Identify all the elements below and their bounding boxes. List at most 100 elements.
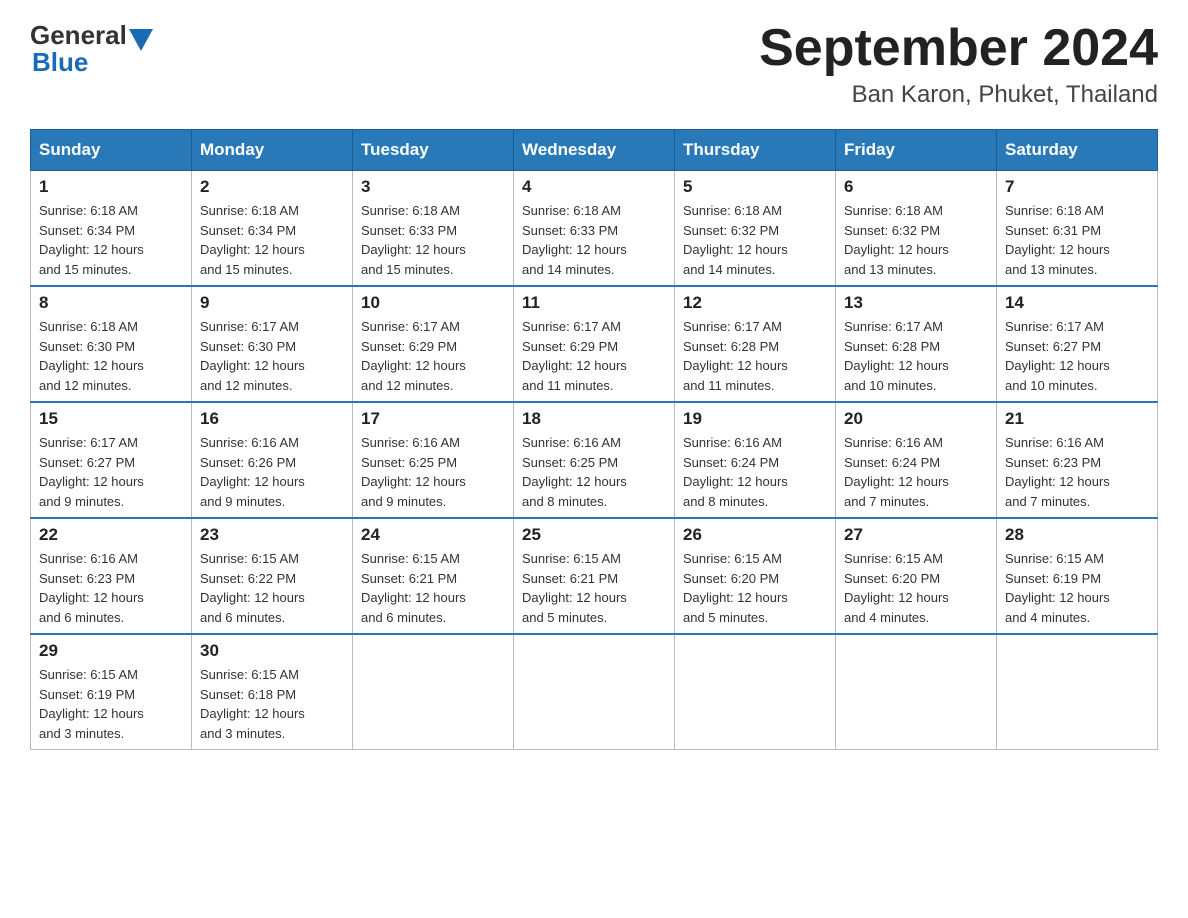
day-info: Sunrise: 6:18 AMSunset: 6:34 PMDaylight:… <box>39 201 183 279</box>
location-text: Ban Karon, Phuket, Thailand <box>759 81 1158 109</box>
day-number: 19 <box>683 409 827 429</box>
day-number: 9 <box>200 293 344 313</box>
day-info: Sunrise: 6:17 AMSunset: 6:27 PMDaylight:… <box>1005 317 1149 395</box>
calendar-day-cell: 8 Sunrise: 6:18 AMSunset: 6:30 PMDaylight… <box>31 286 192 402</box>
calendar-day-cell: 26 Sunrise: 6:15 AMSunset: 6:20 PMDayligh… <box>675 518 836 634</box>
day-info: Sunrise: 6:16 AMSunset: 6:25 PMDaylight:… <box>361 433 505 511</box>
day-info: Sunrise: 6:18 AMSunset: 6:32 PMDaylight:… <box>683 201 827 279</box>
day-number: 8 <box>39 293 183 313</box>
calendar-day-cell: 17 Sunrise: 6:16 AMSunset: 6:25 PMDayligh… <box>353 402 514 518</box>
weekday-header-wednesday: Wednesday <box>514 130 675 171</box>
day-info: Sunrise: 6:15 AMSunset: 6:20 PMDaylight:… <box>844 549 988 627</box>
calendar-day-cell: 2 Sunrise: 6:18 AMSunset: 6:34 PMDaylight… <box>192 171 353 287</box>
day-number: 5 <box>683 177 827 197</box>
calendar-day-cell: 16 Sunrise: 6:16 AMSunset: 6:26 PMDayligh… <box>192 402 353 518</box>
logo-blue-text: Blue <box>30 47 88 78</box>
calendar-day-cell: 7 Sunrise: 6:18 AMSunset: 6:31 PMDaylight… <box>997 171 1158 287</box>
calendar-day-cell: 14 Sunrise: 6:17 AMSunset: 6:27 PMDayligh… <box>997 286 1158 402</box>
calendar-day-cell: 18 Sunrise: 6:16 AMSunset: 6:25 PMDayligh… <box>514 402 675 518</box>
day-number: 17 <box>361 409 505 429</box>
calendar-day-cell: 23Sunrise: 6:15 AMSunset: 6:22 PMDayligh… <box>192 518 353 634</box>
calendar-day-cell: 11 Sunrise: 6:17 AMSunset: 6:29 PMDayligh… <box>514 286 675 402</box>
day-number: 1 <box>39 177 183 197</box>
day-info: Sunrise: 6:18 AMSunset: 6:32 PMDaylight:… <box>844 201 988 279</box>
day-info: Sunrise: 6:18 AMSunset: 6:31 PMDaylight:… <box>1005 201 1149 279</box>
weekday-header-saturday: Saturday <box>997 130 1158 171</box>
day-info: Sunrise: 6:15 AMSunset: 6:18 PMDaylight:… <box>200 665 344 743</box>
calendar-week-row: 22 Sunrise: 6:16 AMSunset: 6:23 PMDayligh… <box>31 518 1158 634</box>
day-info: Sunrise: 6:17 AMSunset: 6:28 PMDaylight:… <box>683 317 827 395</box>
day-number: 12 <box>683 293 827 313</box>
calendar-day-cell: 6 Sunrise: 6:18 AMSunset: 6:32 PMDaylight… <box>836 171 997 287</box>
calendar-day-cell: 22 Sunrise: 6:16 AMSunset: 6:23 PMDayligh… <box>31 518 192 634</box>
empty-cell <box>997 634 1158 750</box>
calendar-day-cell: 27 Sunrise: 6:15 AMSunset: 6:20 PMDayligh… <box>836 518 997 634</box>
calendar-day-cell: 12 Sunrise: 6:17 AMSunset: 6:28 PMDayligh… <box>675 286 836 402</box>
day-number: 4 <box>522 177 666 197</box>
calendar-day-cell: 3Sunrise: 6:18 AMSunset: 6:33 PMDaylight… <box>353 171 514 287</box>
day-info: Sunrise: 6:17 AMSunset: 6:27 PMDaylight:… <box>39 433 183 511</box>
empty-cell <box>836 634 997 750</box>
day-number: 2 <box>200 177 344 197</box>
day-info: Sunrise: 6:16 AMSunset: 6:26 PMDaylight:… <box>200 433 344 511</box>
calendar-day-cell: 10Sunrise: 6:17 AMSunset: 6:29 PMDayligh… <box>353 286 514 402</box>
weekday-header-thursday: Thursday <box>675 130 836 171</box>
day-number: 21 <box>1005 409 1149 429</box>
day-number: 26 <box>683 525 827 545</box>
day-info: Sunrise: 6:15 AMSunset: 6:21 PMDaylight:… <box>361 549 505 627</box>
day-number: 29 <box>39 641 183 661</box>
day-number: 14 <box>1005 293 1149 313</box>
day-number: 22 <box>39 525 183 545</box>
day-info: Sunrise: 6:17 AMSunset: 6:29 PMDaylight:… <box>522 317 666 395</box>
calendar-day-cell: 13Sunrise: 6:17 AMSunset: 6:28 PMDayligh… <box>836 286 997 402</box>
calendar-day-cell: 25Sunrise: 6:15 AMSunset: 6:21 PMDayligh… <box>514 518 675 634</box>
day-number: 16 <box>200 409 344 429</box>
calendar-table: SundayMondayTuesdayWednesdayThursdayFrid… <box>30 129 1158 750</box>
day-number: 27 <box>844 525 988 545</box>
calendar-day-cell: 24 Sunrise: 6:15 AMSunset: 6:21 PMDayligh… <box>353 518 514 634</box>
weekday-header-tuesday: Tuesday <box>353 130 514 171</box>
day-info: Sunrise: 6:15 AMSunset: 6:19 PMDaylight:… <box>39 665 183 743</box>
day-number: 24 <box>361 525 505 545</box>
day-number: 28 <box>1005 525 1149 545</box>
calendar-day-cell: 19 Sunrise: 6:16 AMSunset: 6:24 PMDayligh… <box>675 402 836 518</box>
day-info: Sunrise: 6:18 AMSunset: 6:34 PMDaylight:… <box>200 201 344 279</box>
day-info: Sunrise: 6:16 AMSunset: 6:23 PMDaylight:… <box>1005 433 1149 511</box>
logo: General Blue <box>30 20 155 78</box>
calendar-day-cell: 9 Sunrise: 6:17 AMSunset: 6:30 PMDaylight… <box>192 286 353 402</box>
day-info: Sunrise: 6:18 AMSunset: 6:33 PMDaylight:… <box>522 201 666 279</box>
day-info: Sunrise: 6:16 AMSunset: 6:25 PMDaylight:… <box>522 433 666 511</box>
day-number: 18 <box>522 409 666 429</box>
calendar-day-cell: 21 Sunrise: 6:16 AMSunset: 6:23 PMDayligh… <box>997 402 1158 518</box>
day-number: 15 <box>39 409 183 429</box>
day-info: Sunrise: 6:15 AMSunset: 6:20 PMDaylight:… <box>683 549 827 627</box>
weekday-header-monday: Monday <box>192 130 353 171</box>
calendar-day-cell: 29 Sunrise: 6:15 AMSunset: 6:19 PMDayligh… <box>31 634 192 750</box>
calendar-week-row: 1 Sunrise: 6:18 AMSunset: 6:34 PMDaylight… <box>31 171 1158 287</box>
day-number: 20 <box>844 409 988 429</box>
day-info: Sunrise: 6:16 AMSunset: 6:23 PMDaylight:… <box>39 549 183 627</box>
day-number: 11 <box>522 293 666 313</box>
calendar-day-cell: 1 Sunrise: 6:18 AMSunset: 6:34 PMDaylight… <box>31 171 192 287</box>
day-info: Sunrise: 6:18 AMSunset: 6:30 PMDaylight:… <box>39 317 183 395</box>
logo-flag-icon <box>129 29 153 51</box>
title-block: September 2024 Ban Karon, Phuket, Thaila… <box>759 20 1158 109</box>
calendar-day-cell: 15 Sunrise: 6:17 AMSunset: 6:27 PMDayligh… <box>31 402 192 518</box>
day-number: 3 <box>361 177 505 197</box>
day-number: 25 <box>522 525 666 545</box>
weekday-header-sunday: Sunday <box>31 130 192 171</box>
day-info: Sunrise: 6:15 AMSunset: 6:19 PMDaylight:… <box>1005 549 1149 627</box>
day-number: 30 <box>200 641 344 661</box>
calendar-day-cell: 4 Sunrise: 6:18 AMSunset: 6:33 PMDaylight… <box>514 171 675 287</box>
page-header: General Blue September 2024 Ban Karon, P… <box>30 20 1158 109</box>
day-info: Sunrise: 6:16 AMSunset: 6:24 PMDaylight:… <box>683 433 827 511</box>
calendar-day-cell: 30 Sunrise: 6:15 AMSunset: 6:18 PMDayligh… <box>192 634 353 750</box>
empty-cell <box>675 634 836 750</box>
day-number: 6 <box>844 177 988 197</box>
day-info: Sunrise: 6:16 AMSunset: 6:24 PMDaylight:… <box>844 433 988 511</box>
day-info: Sunrise: 6:17 AMSunset: 6:30 PMDaylight:… <box>200 317 344 395</box>
calendar-day-cell: 20 Sunrise: 6:16 AMSunset: 6:24 PMDayligh… <box>836 402 997 518</box>
day-number: 7 <box>1005 177 1149 197</box>
calendar-week-row: 8 Sunrise: 6:18 AMSunset: 6:30 PMDaylight… <box>31 286 1158 402</box>
calendar-day-cell: 28 Sunrise: 6:15 AMSunset: 6:19 PMDayligh… <box>997 518 1158 634</box>
